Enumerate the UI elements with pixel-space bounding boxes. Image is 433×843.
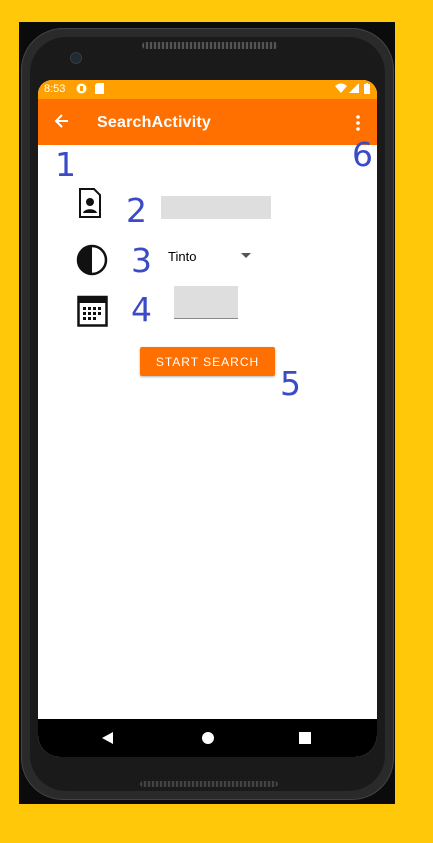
- annotation-3: 3: [131, 241, 152, 280]
- annotation-2: 2: [126, 191, 147, 230]
- wifi-icon: [335, 83, 347, 97]
- overflow-menu-icon[interactable]: [349, 113, 367, 133]
- contact-card-icon: [78, 188, 102, 223]
- bottom-speaker: [140, 781, 278, 787]
- notification-icon: [76, 83, 87, 97]
- nav-recents-icon[interactable]: [299, 732, 311, 744]
- date-input[interactable]: [174, 286, 238, 319]
- system-navigation-bar: [38, 719, 377, 757]
- annotation-6: 6: [352, 135, 373, 174]
- back-arrow-icon[interactable]: [52, 111, 72, 131]
- start-search-button[interactable]: START SEARCH: [140, 347, 275, 376]
- name-input[interactable]: [161, 196, 271, 219]
- annotation-4: 4: [131, 290, 152, 329]
- status-bar: 8:53: [38, 80, 377, 99]
- app-screen: 8:53 SearchActivity 1 6 2 3 Tinto 4 STAR…: [38, 80, 377, 757]
- earpiece-speaker: [142, 42, 278, 49]
- signal-icon: [349, 83, 359, 97]
- wine-color-spinner[interactable]: Tinto: [168, 249, 196, 264]
- annotation-1: 1: [55, 145, 76, 184]
- nav-home-icon[interactable]: [202, 732, 214, 744]
- status-time: 8:53: [44, 83, 66, 95]
- sd-card-icon: [95, 83, 104, 97]
- nav-back-icon[interactable]: [102, 732, 113, 744]
- app-toolbar: SearchActivity: [38, 99, 377, 145]
- toolbar-title: SearchActivity: [97, 114, 211, 131]
- front-camera: [70, 52, 82, 64]
- annotation-5: 5: [280, 364, 301, 403]
- calendar-icon: [77, 295, 108, 332]
- battery-icon: [364, 83, 370, 97]
- chevron-down-icon[interactable]: [241, 253, 251, 258]
- contrast-icon: [76, 244, 108, 281]
